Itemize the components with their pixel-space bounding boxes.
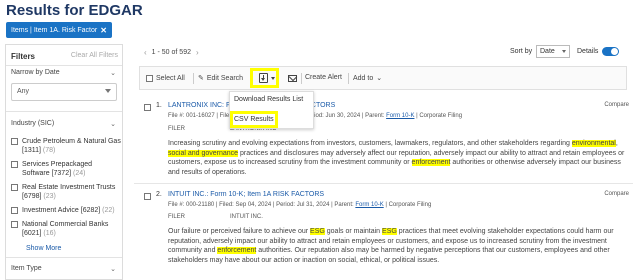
sort-by-label: Sort by <box>510 48 533 55</box>
csv-results-item[interactable]: CSV Results <box>234 116 274 123</box>
show-more-link[interactable]: Show More <box>26 245 61 252</box>
checkbox[interactable] <box>11 221 18 228</box>
parent-form-link[interactable]: Form 10-K <box>386 113 414 119</box>
compare-link[interactable]: Compare <box>604 191 629 197</box>
create-alert-label: Create Alert <box>305 74 342 81</box>
result-number: 2. <box>156 191 162 198</box>
checkbox[interactable] <box>11 138 18 145</box>
create-alert-button[interactable]: Create Alert <box>305 74 342 81</box>
download-button[interactable] <box>250 68 279 88</box>
item-type-label[interactable]: Item Type <box>11 265 42 272</box>
active-filter-chip[interactable]: Items | Item 1A. Risk Factor ✕ <box>6 22 112 38</box>
industry-item[interactable]: Real Estate Investment Trusts [6798] (23… <box>11 183 121 201</box>
chevron-down-icon[interactable]: ⌄ <box>110 120 116 128</box>
add-to-button[interactable]: Add to ⌄ <box>353 74 383 83</box>
select-all-label: Select All <box>156 74 185 82</box>
filters-heading: Filters <box>11 52 36 61</box>
pencil-icon: ✎ <box>198 75 204 82</box>
details-label: Details <box>577 48 599 55</box>
edit-search-label: Edit Search <box>206 74 244 82</box>
divider <box>348 73 349 84</box>
edit-search-button[interactable]: ✎ Edit Search <box>198 74 244 83</box>
sort-select-value: Date <box>540 48 555 55</box>
checkbox[interactable] <box>11 184 18 191</box>
download-results-list-item[interactable]: Download Results List <box>234 96 303 103</box>
divider <box>134 183 633 184</box>
result-number: 1. <box>156 102 162 109</box>
caret-down-icon <box>562 50 566 53</box>
compare-link[interactable]: Compare <box>604 102 629 108</box>
checkbox[interactable] <box>144 104 151 111</box>
sort-select[interactable]: Date <box>536 45 570 58</box>
result-snippet: Increasing scrutiny and evolving expecta… <box>168 140 625 176</box>
divider <box>193 73 194 84</box>
industry-item[interactable]: Services Prepackaged Software [7372] (24… <box>11 160 121 178</box>
result-item: 2. INTUIT INC.: Form 10-K; Item 1A RISK … <box>144 190 629 280</box>
chevron-down-icon: ⌄ <box>376 75 383 82</box>
close-icon[interactable]: ✕ <box>100 26 107 35</box>
filer-name: INTUIT INC. <box>230 214 263 220</box>
results-panel: ‹ 1 - 50 of 592 › Sort by Date Details S… <box>134 44 633 280</box>
industry-item[interactable]: National Commercial Banks [6021] (16) <box>11 220 121 238</box>
download-icon <box>259 73 268 83</box>
divider <box>6 111 122 112</box>
results-range: 1 - 50 of 592 <box>151 49 191 56</box>
download-menu: Download Results List CSV Results <box>229 91 314 129</box>
divider <box>301 73 302 84</box>
caret-down-icon <box>105 89 111 93</box>
divider <box>6 65 122 66</box>
industry-item-label: Crude Petroleum & Natural Gas [1311] (78… <box>22 138 121 154</box>
filters-sidebar: Filters Clear All Filters Narrow by Date… <box>5 44 123 280</box>
chevron-down-icon[interactable]: ⌄ <box>110 69 116 77</box>
industry-label[interactable]: Industry (SIC) <box>11 120 54 127</box>
active-filter-label: Items | Item 1A. Risk Factor <box>11 26 98 34</box>
result-meta: File #: 000-21180 | Filed: Sep 04, 2024 … <box>168 202 432 208</box>
filer-label: FILER <box>168 126 186 132</box>
clear-all-filters-link[interactable]: Clear All Filters <box>71 52 118 59</box>
industry-item-label: Services Prepackaged Software [7372] (24… <box>22 161 93 177</box>
email-icon[interactable] <box>288 75 297 82</box>
csv-results-highlight[interactable]: CSV Results <box>230 111 278 128</box>
results-toolbar: Select All ✎ Edit Search Create Alert Ad… <box>139 66 627 90</box>
result-item: 1. LANTRONIX INC: F ACTORS Compare File #… <box>144 101 629 181</box>
result-title-link[interactable]: INTUIT INC.: Form 10-K; Item 1A RISK FAC… <box>168 191 324 198</box>
prev-page-icon[interactable]: ‹ <box>144 48 147 57</box>
divider <box>6 257 122 258</box>
industry-item-label: National Commercial Banks [6021] (16) <box>22 221 109 237</box>
details-toggle[interactable] <box>602 47 619 56</box>
pagination: ‹ 1 - 50 of 592 › <box>144 48 199 57</box>
result-snippet: Our failure or perceived failure to achi… <box>168 228 614 264</box>
caret-down-icon <box>271 77 275 80</box>
industry-item[interactable]: Investment Advice [6282] (22) <box>11 206 121 215</box>
industry-item[interactable]: Crude Petroleum & Natural Gas [1311] (78… <box>11 137 121 155</box>
checkbox[interactable] <box>11 161 18 168</box>
narrow-by-date-label[interactable]: Narrow by Date <box>11 69 60 76</box>
result-meta: File #: 001-16027 | Filed: | Period: Jun… <box>168 113 463 119</box>
next-page-icon[interactable]: › <box>196 48 199 57</box>
checkbox[interactable] <box>11 207 18 214</box>
select-all[interactable]: Select All <box>146 74 185 82</box>
add-to-label: Add to <box>353 74 374 82</box>
parent-form-link[interactable]: Form 10-K <box>355 202 383 208</box>
checkbox[interactable] <box>146 75 153 82</box>
filer-label: FILER <box>168 214 186 220</box>
checkbox[interactable] <box>144 193 151 200</box>
page-title: Results for EDGAR <box>6 2 143 19</box>
industry-list: Crude Petroleum & Natural Gas [1311] (78… <box>11 137 121 243</box>
date-select[interactable]: Any <box>11 83 117 101</box>
date-select-value: Any <box>17 88 30 95</box>
industry-item-label: Real Estate Investment Trusts [6798] (23… <box>22 184 116 200</box>
industry-item-label: Investment Advice [6282] (22) <box>22 207 115 214</box>
chevron-down-icon[interactable]: ⌄ <box>110 265 116 273</box>
